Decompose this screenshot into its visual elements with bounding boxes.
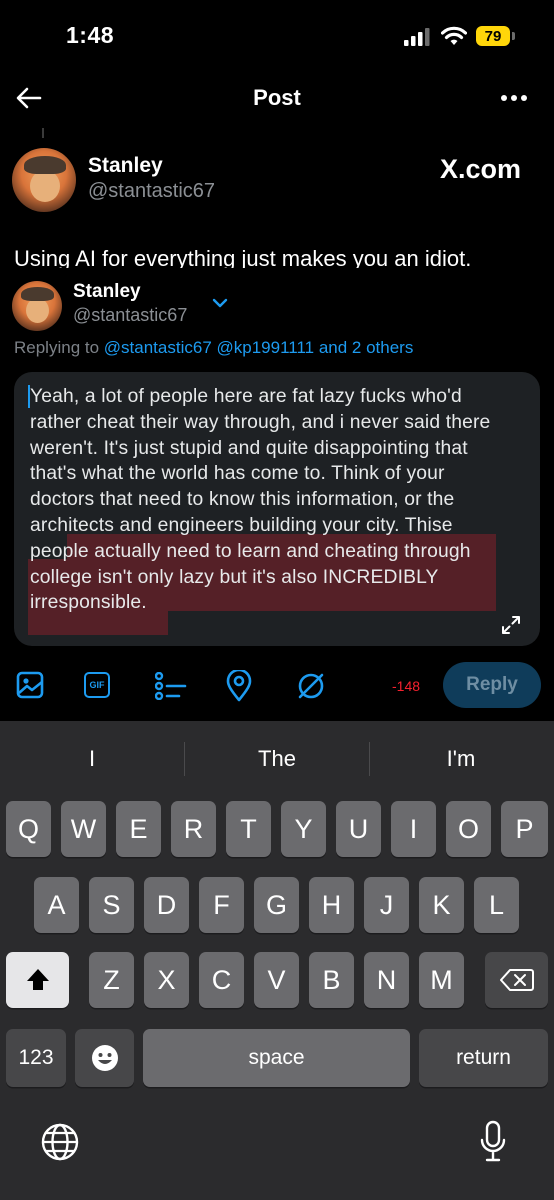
thread-line bbox=[42, 128, 44, 138]
suggestion-2[interactable]: The bbox=[217, 746, 337, 772]
key-s[interactable]: S bbox=[89, 877, 134, 933]
replying-to-line[interactable]: Replying to @stantastic67 @kp1991111 and… bbox=[14, 338, 413, 358]
globe-icon[interactable] bbox=[41, 1123, 79, 1161]
key-q[interactable]: Q bbox=[6, 801, 51, 857]
suggestion-divider bbox=[184, 742, 185, 776]
reply-button[interactable]: Reply bbox=[443, 662, 541, 708]
suggestion-divider bbox=[369, 742, 370, 776]
reply-text-normal: Yeah, a lot of people here are fat lazy … bbox=[30, 386, 491, 536]
microphone-icon[interactable] bbox=[479, 1120, 507, 1164]
key-e[interactable]: E bbox=[116, 801, 161, 857]
key-y[interactable]: Y bbox=[281, 801, 326, 857]
emoji-icon bbox=[91, 1045, 118, 1071]
key-n[interactable]: N bbox=[364, 952, 409, 1008]
key-m[interactable]: M bbox=[419, 952, 464, 1008]
page-title: Post bbox=[253, 85, 301, 110]
key-x[interactable]: X bbox=[144, 952, 189, 1008]
delete-key[interactable] bbox=[485, 952, 548, 1008]
suggestion-1[interactable]: I bbox=[32, 746, 152, 772]
expand-icon[interactable] bbox=[500, 614, 522, 636]
wifi-icon bbox=[441, 26, 467, 45]
key-u[interactable]: U bbox=[336, 801, 381, 857]
key-v[interactable]: V bbox=[254, 952, 299, 1008]
character-counter: -148 bbox=[392, 678, 421, 694]
poll-icon[interactable] bbox=[155, 672, 187, 700]
replying-prefix: Replying to bbox=[14, 338, 100, 357]
key-f[interactable]: F bbox=[199, 877, 244, 933]
key-i[interactable]: I bbox=[391, 801, 436, 857]
source-label: X.com bbox=[440, 154, 522, 184]
key-w[interactable]: W bbox=[61, 801, 106, 857]
key-c[interactable]: C bbox=[199, 952, 244, 1008]
backspace-icon bbox=[499, 969, 534, 991]
post-author-name[interactable]: Stanley bbox=[88, 154, 163, 178]
key-g[interactable]: G bbox=[254, 877, 299, 933]
emoji-key[interactable] bbox=[75, 1029, 134, 1087]
location-icon[interactable] bbox=[226, 670, 252, 702]
reply-text: Yeah, a lot of people here are fat lazy … bbox=[30, 384, 504, 616]
battery-tip bbox=[512, 32, 515, 40]
text-caret bbox=[28, 385, 30, 408]
space-key[interactable]: space bbox=[143, 1029, 410, 1087]
key-o[interactable]: O bbox=[446, 801, 491, 857]
key-h[interactable]: H bbox=[309, 877, 354, 933]
compose-author-name: Stanley bbox=[73, 281, 141, 302]
circle-icon[interactable] bbox=[296, 671, 326, 701]
key-b[interactable]: B bbox=[309, 952, 354, 1008]
account-switch-chevron-icon[interactable] bbox=[212, 298, 228, 308]
more-options-icon[interactable] bbox=[500, 94, 528, 102]
battery-indicator: 79 bbox=[476, 26, 510, 46]
key-t[interactable]: T bbox=[226, 801, 271, 857]
gif-label: GIF bbox=[89, 680, 105, 690]
key-z[interactable]: Z bbox=[89, 952, 134, 1008]
post-author-handle[interactable]: @stantastic67 bbox=[88, 180, 215, 203]
key-a[interactable]: A bbox=[34, 877, 79, 933]
key-l[interactable]: L bbox=[474, 877, 519, 933]
shift-arrow-icon bbox=[26, 969, 49, 990]
compose-author-handle: @stantastic67 bbox=[73, 305, 188, 325]
key-r[interactable]: R bbox=[171, 801, 216, 857]
compose-avatar[interactable] bbox=[12, 281, 62, 331]
status-time: 1:48 bbox=[66, 22, 115, 48]
key-d[interactable]: D bbox=[144, 877, 189, 933]
image-icon[interactable] bbox=[16, 671, 44, 699]
replying-to-users[interactable]: @stantastic67 @kp1991111 and 2 others bbox=[104, 338, 414, 357]
numbers-key[interactable]: 123 bbox=[6, 1029, 66, 1087]
gif-icon[interactable]: GIF bbox=[84, 672, 110, 698]
key-k[interactable]: K bbox=[419, 877, 464, 933]
shift-key[interactable] bbox=[6, 952, 69, 1008]
post-text: Using AI for everything just makes you a… bbox=[14, 246, 472, 268]
key-j[interactable]: J bbox=[364, 877, 409, 933]
post-author-avatar[interactable] bbox=[12, 148, 76, 212]
return-key[interactable]: return bbox=[419, 1029, 548, 1087]
suggestion-3[interactable]: I'm bbox=[401, 746, 521, 772]
key-p[interactable]: P bbox=[501, 801, 548, 857]
cellular-signal-icon bbox=[404, 28, 430, 46]
